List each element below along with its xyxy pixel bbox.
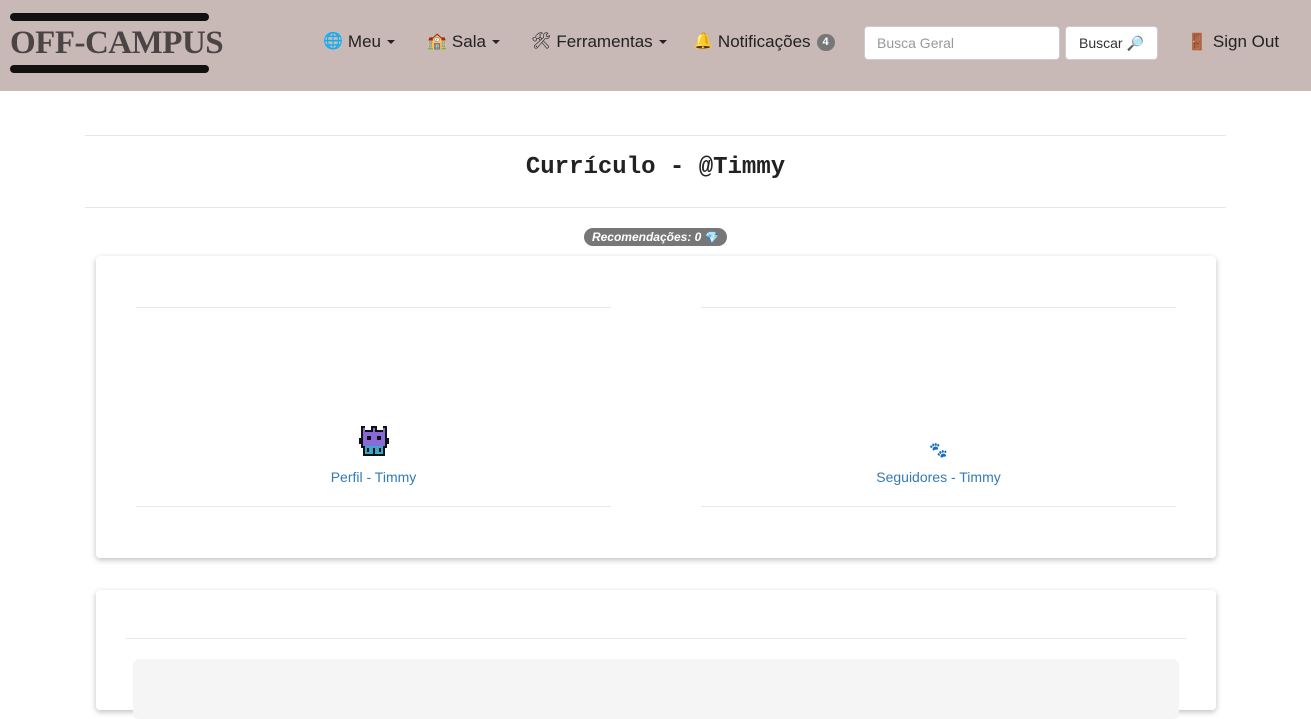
notification-count-badge: 4 (816, 33, 835, 51)
caret-down-icon (491, 40, 500, 44)
title-divider-top (85, 135, 1226, 136)
followers-column: 🐾 Seguidores - Timmy (701, 256, 1176, 558)
recommendations-label: Recomendações: 0 (591, 230, 702, 244)
column-divider-top (701, 307, 1176, 308)
content-card (96, 590, 1216, 719)
nav-dropdown-ferramentas[interactable]: 🛠 Ferramentas (531, 30, 667, 54)
content-card-divider (126, 638, 1186, 639)
magnifier-icon: 🔎 (1126, 34, 1144, 51)
search-button[interactable]: Buscar 🔎 (1065, 26, 1158, 60)
column-divider-bottom (136, 506, 611, 507)
recommendations-badge: Recomendações: 0 💎 (584, 228, 727, 246)
caret-down-icon (387, 40, 395, 44)
brand-logo[interactable]: OFF-CAMPUS (10, 13, 224, 73)
logo-bottom-bar (10, 65, 209, 73)
caret-down-icon (658, 40, 667, 44)
search-button-label: Buscar (1078, 35, 1123, 51)
top-navbar: OFF-CAMPUS 🌐 Meu 🏫 Sala 🛠 Ferramentas 🔔 … (0, 0, 1311, 91)
column-divider-top (136, 307, 611, 308)
content-well (133, 659, 1179, 719)
nav-notificacoes-label: Notificações (717, 32, 811, 51)
profile-column: Perfil - Timmy (136, 256, 611, 558)
sign-out-label: Sign Out (1212, 32, 1280, 51)
search-input[interactable] (864, 26, 1060, 60)
followers-icon[interactable]: 🐾 (701, 432, 1176, 470)
gem-icon: 💎 (705, 231, 720, 244)
logo-text: OFF-CAMPUS (10, 25, 224, 61)
page-title: Currículo - @Timmy (525, 154, 786, 181)
nav-notificacoes[interactable]: 🔔 Notificações 4 (693, 30, 835, 54)
nav-meu-label: Meu (347, 32, 381, 51)
logo-top-bar (10, 13, 209, 21)
nav-dropdown-meu[interactable]: 🌐 Meu (323, 30, 395, 54)
nav-ferramentas-label: Ferramentas (556, 32, 653, 51)
profile-avatar-wrap (136, 424, 611, 466)
monster-avatar-icon[interactable] (357, 424, 391, 458)
profile-link[interactable]: Perfil - Timmy (136, 469, 611, 485)
title-divider-bottom (85, 207, 1226, 208)
door-icon: 🚪 (1187, 34, 1207, 51)
nav-dropdown-sala[interactable]: 🏫 Sala (427, 30, 500, 54)
tools-icon: 🛠 (531, 33, 552, 50)
sign-out-link[interactable]: 🚪 Sign Out (1187, 30, 1279, 54)
nav-sala-label: Sala (451, 32, 486, 51)
followers-link[interactable]: Seguidores - Timmy (701, 469, 1176, 485)
profile-links-card: Perfil - Timmy 🐾 Seguidores - Timmy (96, 256, 1216, 558)
globe-icon: 🌐 (323, 33, 343, 50)
column-divider-bottom (701, 506, 1176, 507)
school-icon: 🏫 (427, 33, 447, 50)
bell-icon: 🔔 (693, 33, 713, 50)
